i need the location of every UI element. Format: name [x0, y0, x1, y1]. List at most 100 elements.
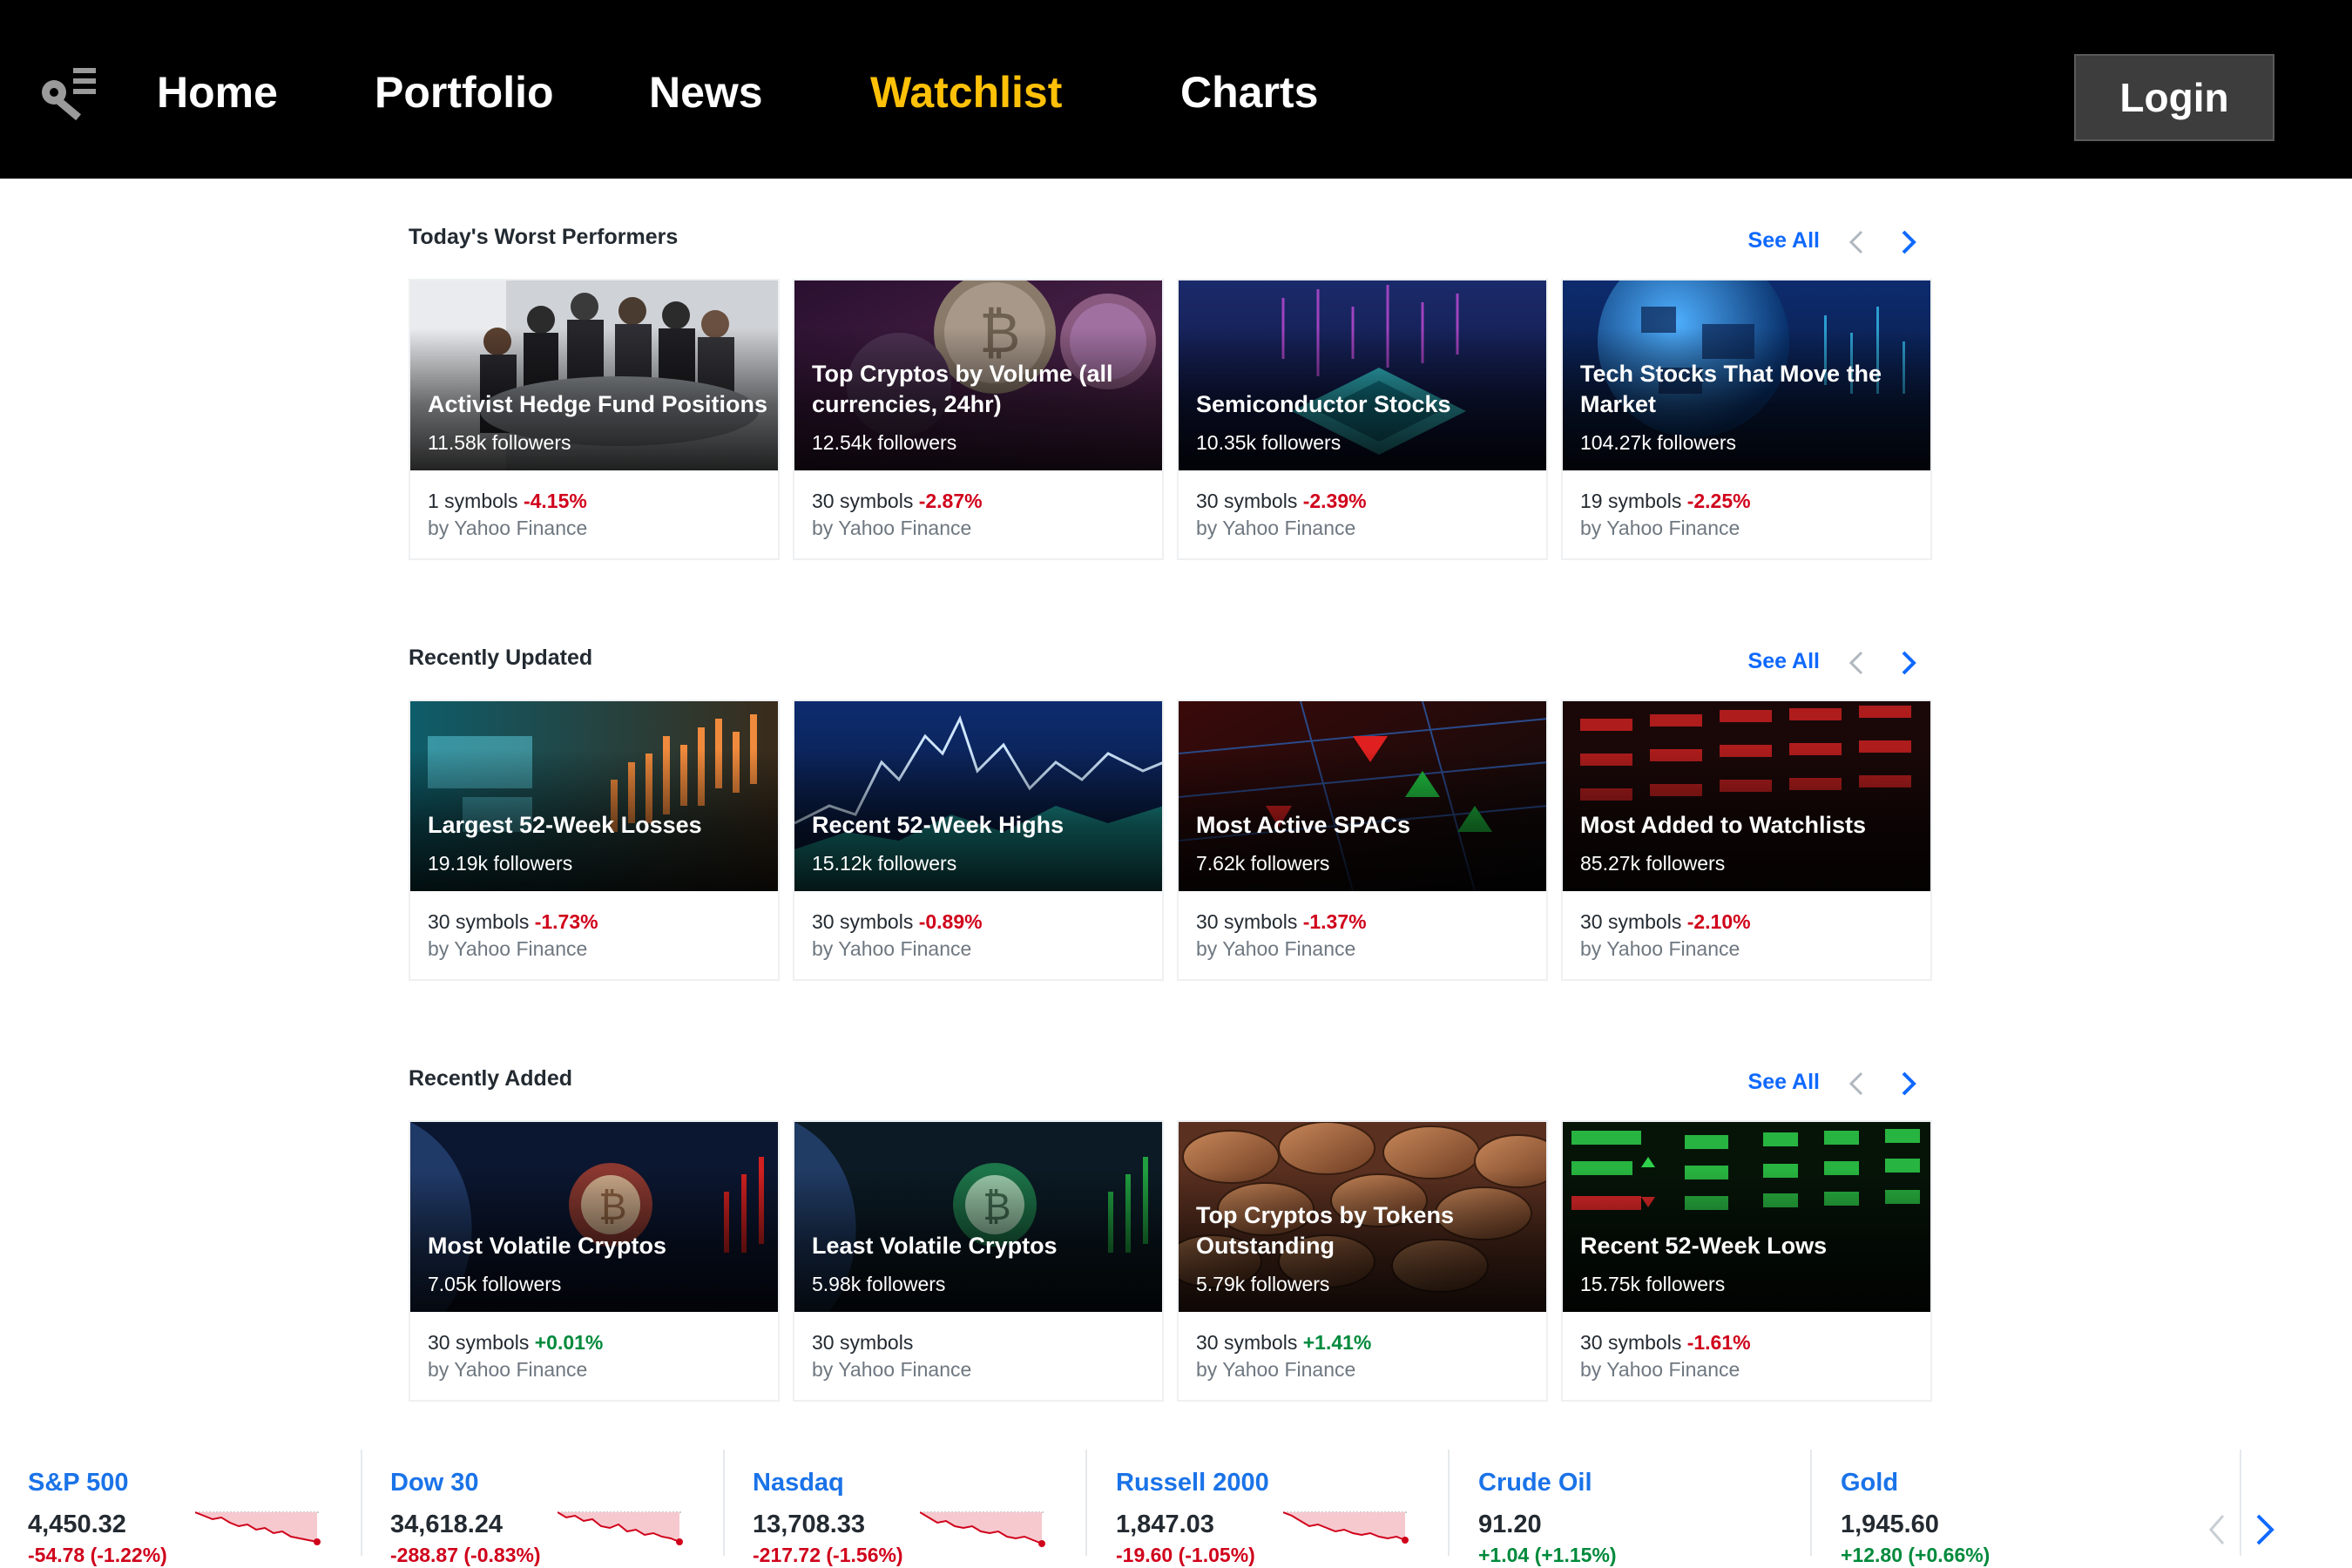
nav-charts[interactable]: Charts	[1180, 66, 1318, 118]
divider	[1810, 1450, 1812, 1556]
watchlist-card[interactable]: ₿ Most Volatile Cryptos 7.05k followers …	[409, 1120, 780, 1402]
ticker-change: -54.78 (-1.22%)	[28, 1544, 167, 1566]
nav-home[interactable]: Home	[157, 66, 278, 118]
ticker-item[interactable]: S&P 500 4,450.32 -54.78 (-1.22%)	[28, 1450, 390, 1566]
see-all-link[interactable]: See All	[1748, 1070, 1820, 1095]
card-image: ₿ Top Cryptos by Volume (all currencies,…	[794, 280, 1162, 470]
card-symbols: 30 symbols	[812, 490, 914, 512]
card-followers: 15.75k followers	[1580, 1273, 1726, 1295]
nav-watchlist[interactable]: Watchlist	[870, 66, 1062, 118]
chevron-right-icon[interactable]	[2247, 1509, 2282, 1551]
card-author: by Yahoo Finance	[812, 517, 972, 539]
nav-news[interactable]: News	[649, 66, 763, 118]
ticker-change: -217.72 (-1.56%)	[753, 1544, 903, 1566]
watchlist-card[interactable]: Semiconductor Stocks 10.35k followers 30…	[1177, 279, 1548, 560]
card-change: -0.89%	[918, 910, 983, 933]
watchlist-card[interactable]: ₿ Least Volatile Cryptos 5.98k followers…	[793, 1120, 1164, 1402]
ticker-price: 1,847.03	[1116, 1511, 1214, 1538]
chevron-right-icon[interactable]	[1889, 225, 1924, 260]
card-image: ₿ Most Volatile Cryptos 7.05k followers	[410, 1122, 778, 1312]
ticker-name: Crude Oil	[1478, 1469, 1592, 1497]
chevron-left-icon[interactable]	[1841, 1066, 1876, 1101]
section-title: Recently Added	[409, 1066, 573, 1091]
card-meta: 30 symbols -0.89%	[812, 910, 983, 934]
card-title: Most Added to Watchlists	[1580, 812, 1866, 838]
card-author: by Yahoo Finance	[1580, 937, 1740, 960]
card-followers: 5.98k followers	[812, 1273, 946, 1295]
nav-portfolio[interactable]: Portfolio	[375, 66, 554, 118]
card-followers: 7.05k followers	[428, 1273, 562, 1295]
card-image: Activist Hedge Fund Positions 11.58k fol…	[410, 280, 778, 470]
card-meta: 30 symbols -1.73%	[428, 910, 598, 934]
see-all-link[interactable]: See All	[1748, 649, 1820, 674]
card-title: Recent 52-Week Lows	[1580, 1233, 1828, 1259]
divider	[2240, 1450, 2241, 1556]
ticker-item[interactable]: Crude Oil 91.20 +1.04 (+1.15%)	[1478, 1450, 1841, 1566]
chevron-left-icon[interactable]	[2200, 1509, 2235, 1551]
ticker-item[interactable]: Gold 1,945.60 +12.80 (+0.66%)	[1841, 1450, 2203, 1566]
divider	[1448, 1450, 1450, 1556]
card-symbols: 30 symbols	[1196, 910, 1298, 933]
ticker-item[interactable]: Dow 30 34,618.24 -288.87 (-0.83%)	[390, 1450, 753, 1566]
card-image: Recent 52-Week Lows 15.75k followers	[1563, 1122, 1930, 1312]
card-followers: 10.35k followers	[1196, 431, 1342, 454]
card-change: -2.87%	[918, 490, 983, 512]
card-meta: 1 symbols -4.15%	[428, 490, 587, 513]
ticker-item[interactable]: Nasdaq 13,708.33 -217.72 (-1.56%)	[753, 1450, 1115, 1566]
ticker-name: S&P 500	[28, 1469, 129, 1497]
watchlist-card[interactable]: Activist Hedge Fund Positions 11.58k fol…	[409, 279, 780, 560]
card-symbols: 30 symbols	[428, 1331, 530, 1354]
chevron-right-icon[interactable]	[1889, 645, 1924, 680]
sparkline-chart	[920, 1511, 1045, 1547]
card-author: by Yahoo Finance	[1196, 517, 1356, 539]
card-author: by Yahoo Finance	[1580, 517, 1740, 539]
card-author: by Yahoo Finance	[812, 937, 972, 960]
top-navigation-bar: Home Portfolio News Watchlist Charts Log…	[0, 0, 2352, 179]
sparkline-chart	[558, 1511, 683, 1545]
watchlist-card[interactable]: Top Cryptos by Tokens Outstanding 5.79k …	[1177, 1120, 1548, 1402]
market-ticker: S&P 500 4,450.32 -54.78 (-1.22%) Dow 30 …	[0, 1437, 2352, 1568]
card-title: Most Volatile Cryptos	[428, 1233, 667, 1259]
card-meta: 30 symbols -1.37%	[1196, 910, 1367, 934]
watchlist-card[interactable]: Recent 52-Week Highs 15.12k followers 30…	[793, 700, 1164, 981]
card-image: Largest 52-Week Losses 19.19k followers	[410, 701, 778, 891]
divider	[1085, 1450, 1087, 1556]
login-button[interactable]: Login	[2074, 54, 2274, 141]
card-image: Most Added to Watchlists 85.27k follower…	[1563, 701, 1930, 891]
card-meta: 30 symbols -2.39%	[1196, 490, 1367, 513]
card-followers: 5.79k followers	[1196, 1273, 1330, 1295]
card-followers: 15.12k followers	[812, 852, 957, 875]
card-symbols: 30 symbols	[1196, 490, 1298, 512]
card-image: Tech Stocks That Move the Market 104.27k…	[1563, 280, 1930, 470]
chevron-right-icon[interactable]	[1889, 1066, 1924, 1101]
card-change: -1.37%	[1302, 910, 1367, 933]
watchlist-card[interactable]: ₿ Top Cryptos by Volume (all currencies,…	[793, 279, 1164, 560]
card-title: Top Cryptos by Volume (all currencies, 2…	[812, 361, 1113, 417]
watchlist-card[interactable]: Most Active SPACs 7.62k followers 30 sym…	[1177, 700, 1548, 981]
card-symbols: 19 symbols	[1580, 490, 1682, 512]
see-all-link[interactable]: See All	[1748, 228, 1820, 253]
card-author: by Yahoo Finance	[812, 1358, 972, 1381]
card-change: -1.61%	[1686, 1331, 1751, 1354]
watchlist-card[interactable]: Most Added to Watchlists 85.27k follower…	[1561, 700, 1932, 981]
card-symbols: 30 symbols	[1580, 1331, 1682, 1354]
section-recently-added: Recently Added See All ₿ Most Volatile C…	[409, 1066, 1932, 1415]
card-title: Top Cryptos by Tokens Outstanding	[1196, 1202, 1455, 1259]
ticker-name: Nasdaq	[753, 1469, 844, 1497]
card-image: Semiconductor Stocks 10.35k followers	[1179, 280, 1546, 470]
card-change: -4.15%	[523, 490, 587, 512]
card-followers: 7.62k followers	[1196, 852, 1330, 875]
card-change: +0.01%	[534, 1331, 604, 1354]
card-change: -1.73%	[534, 910, 598, 933]
watchlist-card[interactable]: Tech Stocks That Move the Market 104.27k…	[1561, 279, 1932, 560]
ticker-item[interactable]: Russell 2000 1,847.03 -19.60 (-1.05%)	[1116, 1450, 1478, 1566]
chevron-left-icon[interactable]	[1841, 225, 1876, 260]
card-image: ₿ Least Volatile Cryptos 5.98k followers	[794, 1122, 1162, 1312]
key-menu-icon[interactable]	[35, 59, 105, 129]
card-change: -2.10%	[1686, 910, 1751, 933]
card-author: by Yahoo Finance	[1196, 1358, 1356, 1381]
card-followers: 19.19k followers	[428, 852, 573, 875]
watchlist-card[interactable]: Recent 52-Week Lows 15.75k followers 30 …	[1561, 1120, 1932, 1402]
watchlist-card[interactable]: Largest 52-Week Losses 19.19k followers …	[409, 700, 780, 981]
chevron-left-icon[interactable]	[1841, 645, 1876, 680]
